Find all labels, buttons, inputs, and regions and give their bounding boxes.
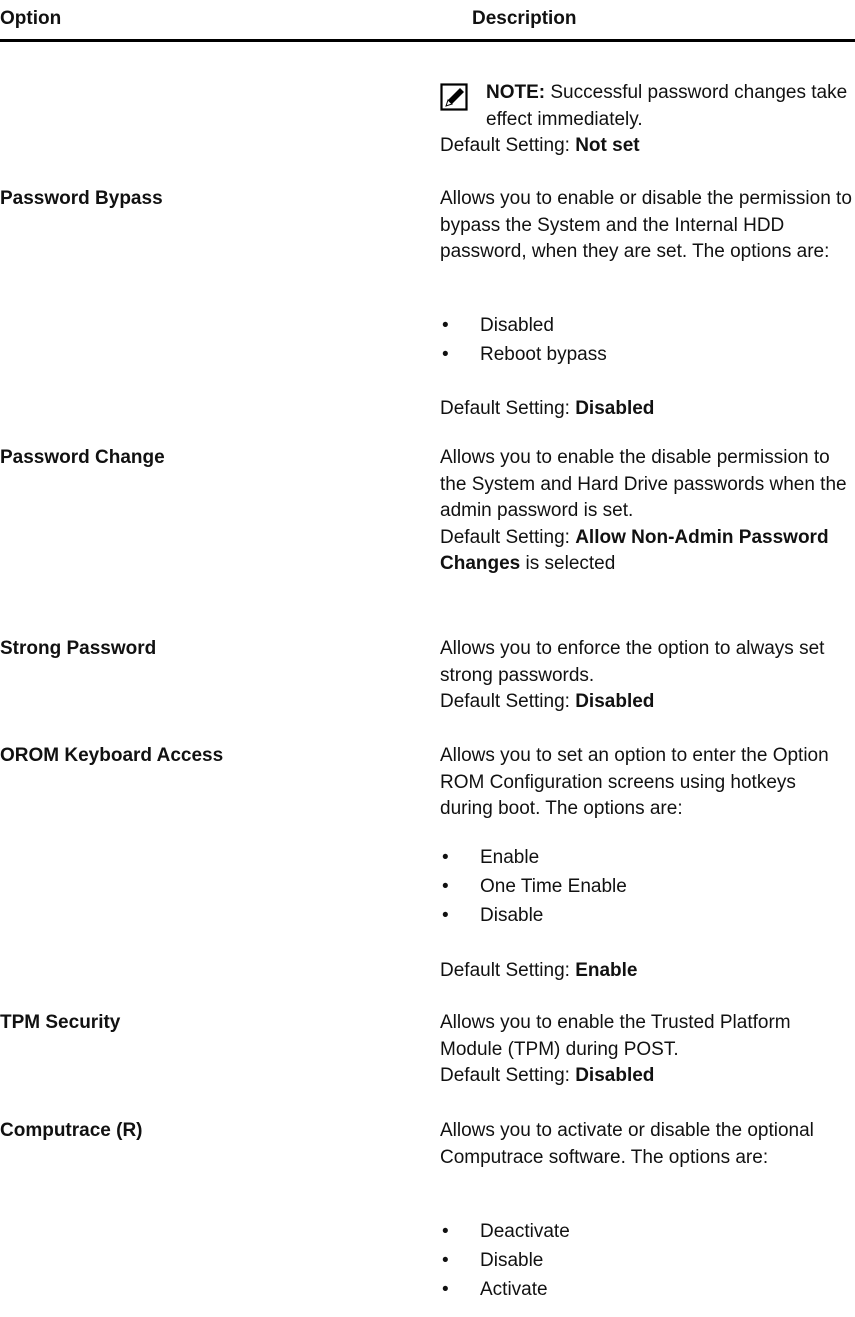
default-value: Disabled — [575, 691, 655, 712]
default-setting: Default Setting: Disabled — [440, 691, 655, 712]
default-setting: Default Setting: Not set — [440, 135, 640, 156]
note-pencil-icon — [440, 83, 468, 111]
list-item: • Disable — [442, 905, 544, 926]
options-list-password-bypass: • Disabled • Reboot bypass — [440, 311, 607, 369]
description-computrace: Allows you to activate or disable the op… — [440, 1120, 814, 1168]
list-item: • Reboot bypass — [442, 344, 607, 365]
options-list-orom-keyboard-access: • Enable • One Time Enable • Disable — [440, 843, 627, 930]
options-list-computrace: • Deactivate • Disable • Activate — [440, 1217, 570, 1304]
list-item: • Activate — [442, 1279, 548, 1300]
list-item: • Disabled — [442, 315, 554, 336]
list-item: • One Time Enable — [442, 876, 627, 897]
list-item: • Enable — [442, 847, 540, 868]
option-tpm-security: TPM Security — [0, 1012, 121, 1033]
description-tpm-security: Allows you to enable the Trusted Platfor… — [440, 1010, 852, 1090]
option-password-bypass: Password Bypass — [0, 188, 163, 209]
column-header-description: Description — [472, 8, 577, 29]
description-password-bypass: Allows you to enable or disable the perm… — [440, 188, 852, 262]
option-password-change: Password Change — [0, 447, 165, 468]
list-item: • Disable — [442, 1250, 544, 1271]
column-header-option: Option — [0, 8, 62, 29]
option-orom-keyboard-access: OROM Keyboard Access — [0, 745, 224, 766]
option-computrace: Computrace (R) — [0, 1120, 143, 1141]
note-label: NOTE: — [486, 82, 546, 103]
default-value: Not set — [575, 135, 640, 156]
description-strong-password: Allows you to enforce the option to alwa… — [440, 636, 852, 716]
settings-table: Option Description NOTE: Successful pass… — [0, 0, 855, 1317]
list-item: • Deactivate — [442, 1221, 570, 1242]
default-setting: Default Setting: Disabled — [440, 398, 655, 419]
header-divider — [0, 39, 855, 42]
default-value: Disabled — [575, 398, 655, 419]
default-value: Disabled — [575, 1065, 655, 1086]
default-setting: Default Setting: Disabled — [440, 1065, 655, 1086]
description-orom-keyboard-access: Allows you to set an option to enter the… — [440, 745, 829, 819]
default-setting: Default Setting: Enable — [440, 960, 638, 981]
default-value: Enable — [575, 960, 638, 981]
option-strong-password: Strong Password — [0, 638, 157, 659]
note-text: NOTE: Successful password changes take e… — [486, 79, 852, 133]
description-password-change: Allows you to enable the disable permiss… — [440, 445, 852, 578]
default-setting: Default Setting: Allow Non-Admin Passwor… — [440, 526, 829, 575]
